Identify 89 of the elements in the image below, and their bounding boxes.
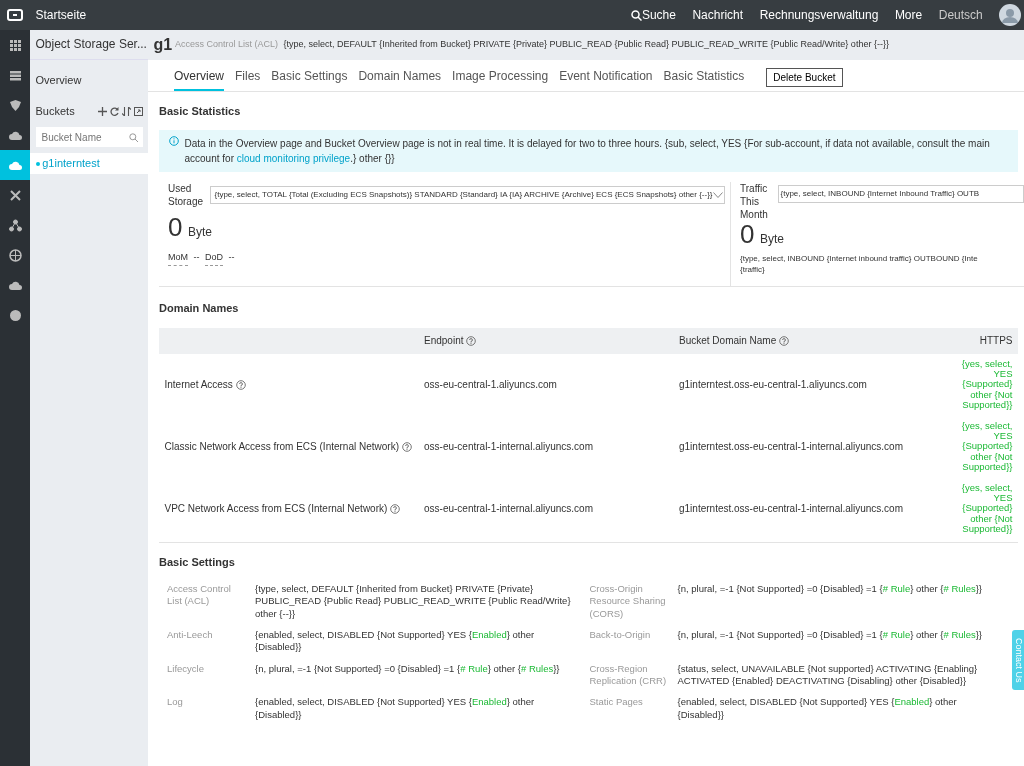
column-header: Endpoint: [424, 334, 464, 349]
field-label: Traffic This Month: [740, 182, 769, 222]
metric-note: {type, select, INBOUND {Internet inbound traffic} OUTBOUND {Inte: [740, 254, 979, 265]
tab[interactable]: Files: [235, 63, 261, 92]
table-cell-text: Classic Network Access from ECS (Internal Network): [164, 440, 399, 455]
setting-label: Access Control List (ACL): [167, 582, 232, 609]
tab[interactable]: Domain Names: [358, 63, 442, 92]
sort-icon[interactable]: [121, 106, 131, 116]
metric-note: {traffic}: [740, 264, 766, 276]
table-cell-text: g1interntest.oss-eu-central-1-internal.aliyuncs.com: [679, 440, 904, 455]
setting-value: {n, plural, =-1 {Not Supported} =0 {Disabled} =1 {# Rule} other {# Rules}}: [677, 582, 984, 596]
tab[interactable]: Event Notification: [559, 63, 653, 92]
shield-icon: [8, 98, 22, 112]
delete-button[interactable]: Delete Bucket: [766, 68, 843, 87]
setting-label: Back-to-Origin: [589, 628, 652, 642]
metric-value: 0: [168, 214, 183, 241]
setting-value: {type, select, DEFAULT {Inherited from Bucket} PRIVATE {Private} PUBLIC_READ {Public Read} PUBLIC_READ_WRITE {Public Read/Write} other {--}}: [255, 582, 572, 620]
notice-text: Data in the Overview page and Bucket Overview page is not in real time. It is delayed for two to three hours. {sub, select, YES {For sub-account, if data not available, consult the main account for cloud monitoring privilege.} other {}}: [184, 137, 991, 167]
table-cell-text: {yes, select, YES {Supported} other {Not Supported}}: [960, 420, 1014, 473]
plus-icon[interactable]: [98, 106, 108, 116]
refresh-icon[interactable]: [110, 106, 119, 116]
chevron-down-icon: [712, 192, 723, 199]
bullet-icon: [35, 161, 40, 166]
tab[interactable]: Image Processing: [452, 63, 549, 92]
setting-label: Cross-Origin Resource Sharing (CORS): [589, 582, 667, 620]
setting-label: Lifecycle: [167, 662, 205, 676]
setting-label: Anti-Leech: [167, 628, 214, 642]
cross-icon: [8, 188, 22, 202]
table-cell-text: oss-eu-central-1.aliyuncs.com: [424, 378, 558, 393]
sidebar-item[interactable]: Overview: [35, 71, 82, 89]
section-title: Basic Settings: [159, 554, 236, 569]
nav-link[interactable]: Rechnungsverwaltung: [759, 6, 879, 24]
column-header: HTTPS: [979, 334, 1013, 349]
section-title: Domain Names: [159, 301, 240, 316]
metric-unit: Byte: [187, 224, 212, 242]
setting-label: Log: [167, 696, 184, 710]
table-cell-text: g1interntest.oss-eu-central-1.aliyuncs.com: [679, 378, 868, 393]
nodes-icon: [8, 218, 22, 232]
bucket-title: g1: [153, 35, 173, 55]
setting-value: {n, plural, =-1 {Not Supported} =0 {Disabled} =1 {# Rule} other {# Rules}}: [677, 628, 984, 642]
search-link[interactable]: Suche: [630, 6, 676, 24]
home-link[interactable]: Startseite: [35, 6, 87, 24]
table-cell-text: oss-eu-central-1-internal.aliyuncs.com: [424, 502, 594, 517]
table-cell-text: Internet Access: [164, 378, 233, 393]
search-icon: [630, 9, 642, 21]
metric-unit: Byte: [759, 231, 784, 249]
tab[interactable]: Overview: [174, 63, 224, 92]
table-cell-text: VPC Network Access from ECS (Internal Network): [164, 502, 388, 517]
expand-icon[interactable]: [133, 106, 143, 116]
setting-value: {enabled, select, DISABLED {Not Supported} YES {Enabled} other {Disabled}}: [255, 696, 536, 721]
tab[interactable]: Basic Statistics: [663, 63, 745, 92]
column-header: Bucket Domain Name: [679, 334, 777, 349]
field-value: {type, select, DEFAULT {Inherited from Bucket} PRIVATE {Private} PUBLIC_READ {Public Read} PUBLIC_READ_WRITE {Public Read/Write} other {--}}: [283, 38, 889, 52]
traffic-select[interactable]: {type, select, INBOUND {Internet Inbound Traffic} OUTB: [777, 185, 1024, 204]
help-icon: [401, 441, 412, 452]
setting-label: Cross-Region Replication (CRR): [589, 662, 668, 688]
metric-change: --: [228, 251, 235, 265]
avatar-icon[interactable]: [999, 4, 1022, 26]
nav-link[interactable]: Nachricht: [692, 6, 744, 24]
section-title: Basic Statistics: [159, 104, 242, 119]
storage-select[interactable]: {type, select, TOTAL {Total (Excluding ECS Snapshots)} STANDARD {Standard} IA {IA} ARCHIVE {Archive} ECS {ECS Snapshots} other {--}}: [209, 186, 725, 205]
field-label: Used Storage: [168, 182, 204, 209]
setting-label: Static Pages: [589, 696, 644, 710]
metric-label: MoM: [168, 251, 188, 266]
nav-link[interactable]: More: [894, 6, 923, 24]
info-icon: [169, 136, 179, 147]
grid-icon: [8, 38, 22, 52]
search-field[interactable]: Bucket Name: [35, 127, 143, 147]
list-icon: [8, 68, 22, 82]
setting-value: {n, plural, =-1 {Not Supported} =0 {Disabled} =1 {# Rule} other {# Rules}}: [255, 662, 561, 676]
sidebar-heading: Buckets: [35, 103, 75, 119]
help-icon: [235, 379, 246, 390]
metric-label: DoD: [205, 251, 223, 266]
table-cell-text: oss-eu-central-1-internal.aliyuncs.com: [424, 440, 594, 455]
setting-value: {enabled, select, DISABLED {Not Supported} YES {Enabled} other {Disabled}}: [677, 696, 958, 721]
metric-change: --: [193, 251, 200, 265]
table-cell-text: g1interntest.oss-eu-central-1-internal.aliyuncs.com: [679, 502, 904, 517]
sidebar-title: Object Storage Ser...: [35, 37, 147, 52]
setting-value: {enabled, select, DISABLED {Not Supported} YES {Enabled} other {Disabled}}: [255, 628, 536, 654]
table-cell-text: {yes, select, YES {Supported} other {Not Supported}}: [960, 358, 1014, 411]
setting-value: {status, select, UNAVAILABLE {Not supported} ACTIVATING {Enabling} ACTIVATED {Enabled} DEACTIVATING {Disabling} other {Disabled}}: [677, 662, 979, 688]
help-icon: [390, 503, 401, 514]
table-cell-text: {yes, select, YES {Supported} other {Not Supported}}: [960, 482, 1014, 535]
metric-value: 0: [740, 221, 755, 248]
field-label: Access Control List (ACL): [174, 38, 278, 52]
circle-icon: [8, 308, 22, 322]
globe-icon: [8, 248, 22, 262]
language-link[interactable]: Deutsch: [938, 6, 983, 24]
tab[interactable]: Basic Settings: [271, 63, 348, 92]
